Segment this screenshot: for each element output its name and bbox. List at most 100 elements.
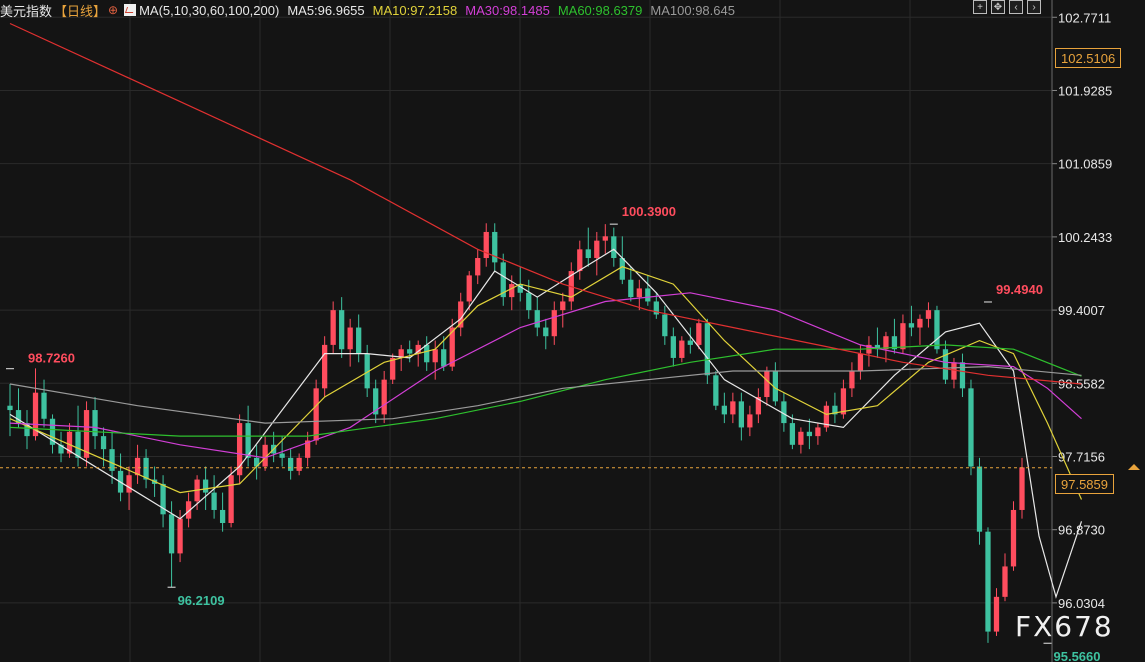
candle-body (619, 258, 625, 280)
extreme-label: 96.2109 (178, 593, 225, 608)
candle-body (1019, 467, 1025, 510)
ma5-value: MA5:96.9655 (287, 2, 365, 18)
chart-toolbar: + ✥ ‹ › (973, 0, 1041, 14)
candle-body (100, 436, 107, 450)
ma60-value: MA60:98.6379 (557, 2, 643, 18)
candle-body (730, 401, 736, 415)
candle-body (925, 310, 932, 319)
candle-body (322, 344, 328, 389)
candle-body (704, 323, 710, 376)
candle-body (628, 279, 634, 298)
candle-body (41, 392, 47, 419)
candle-body (687, 340, 693, 345)
candle-body (356, 327, 362, 354)
candle-body (857, 353, 864, 371)
candle-body (441, 349, 447, 367)
candle-body (534, 310, 540, 328)
candle-body (806, 431, 813, 437)
candle-body (721, 405, 727, 415)
y-tick-label: 101.9285 (1058, 83, 1112, 98)
candle-body (645, 288, 651, 302)
crosshair-icon[interactable]: + (973, 0, 987, 14)
candle-body (492, 231, 498, 263)
candle-body (934, 310, 940, 350)
current-price-tag: 97.5859 (1055, 474, 1114, 494)
candle-body (917, 318, 923, 328)
extreme-label: 100.3900 (622, 204, 676, 219)
y-tick-label: 96.0304 (1058, 596, 1105, 611)
candle-body (211, 492, 217, 510)
candle-body (347, 327, 353, 350)
candle-body (670, 336, 676, 358)
candle-body (560, 301, 566, 311)
candle-body (577, 249, 583, 272)
candle-body (985, 531, 991, 632)
candle-body (1010, 509, 1017, 567)
candle-body (466, 275, 472, 302)
period-selector[interactable]: 【日线】 (54, 1, 106, 20)
candle-body (219, 509, 226, 523)
candle-body (789, 423, 796, 445)
symbol-name: 美元指数 (0, 3, 53, 19)
candle-body (840, 388, 847, 415)
extreme-label: 99.4940 (996, 282, 1043, 297)
candle-body (202, 479, 209, 493)
ma-params[interactable]: MA(5,10,30,60,100,200) (139, 3, 279, 18)
ma-indicator-icon[interactable] (124, 4, 137, 16)
candle-body (475, 258, 481, 276)
candle-body (679, 340, 685, 358)
chart-header: 美元指数 【日线】 ⊕ MA(5,10,30,60,100,200) MA5:9… (0, 0, 743, 20)
candle-body (126, 475, 132, 493)
candle-body (908, 323, 915, 328)
extreme-label: 98.7260 (28, 351, 75, 366)
candle-body (228, 475, 234, 523)
candle-body (543, 327, 549, 337)
settings-gear-icon[interactable]: ⊕ (108, 3, 118, 17)
candle-body (968, 388, 974, 467)
candle-body (764, 370, 770, 398)
candle-body (976, 466, 983, 532)
candle-body (339, 310, 345, 350)
candle-body (279, 453, 285, 458)
candle-body (798, 431, 804, 445)
ma30-value: MA30:98.1485 (465, 2, 550, 18)
candle-body (177, 518, 183, 554)
candle-body (747, 414, 753, 428)
candle-body (611, 236, 617, 259)
candle-body (594, 240, 600, 259)
candle-body (288, 457, 294, 471)
candle-body (75, 431, 81, 458)
extreme-label: 95.5660 (1054, 649, 1101, 662)
ma10-value: MA10:97.2158 (372, 2, 458, 18)
candle-body (696, 323, 702, 345)
y-tick-label: 96.8730 (1058, 523, 1105, 538)
candle-body (713, 375, 719, 406)
candle-body (636, 288, 642, 298)
candle-body (7, 405, 13, 411)
move-icon[interactable]: ✥ (991, 0, 1005, 14)
candlestick-chart[interactable]: 102.7711 101.9285 101.0859 100.2433 99.4007 9… (0, 0, 1145, 662)
candle-body (296, 457, 302, 471)
zoom-in-icon[interactable]: › (1027, 0, 1041, 14)
candle-body (330, 310, 336, 345)
candle-body (424, 344, 430, 363)
candle-body (134, 457, 141, 476)
candle-body (381, 379, 387, 415)
candle-body (407, 349, 413, 354)
zoom-out-icon[interactable]: ‹ (1009, 0, 1023, 14)
y-tick-label: 99.4007 (1058, 303, 1105, 318)
candle-body (738, 401, 744, 428)
candle-body (1002, 566, 1008, 597)
y-tick-label: 102.7711 (1058, 10, 1111, 25)
candle-body (432, 349, 438, 363)
crosshair-price-tag: 102.5106 (1055, 48, 1122, 68)
candle-body (900, 323, 906, 350)
ma100-value: MA100:98.645 (650, 2, 735, 18)
candle-body (526, 292, 532, 311)
candle-body (313, 388, 319, 441)
candle-body (143, 457, 149, 480)
candle-body (815, 427, 821, 437)
candle-body (168, 514, 175, 554)
candle-body (585, 249, 591, 259)
y-tick-label: 100.2433 (1058, 230, 1112, 245)
